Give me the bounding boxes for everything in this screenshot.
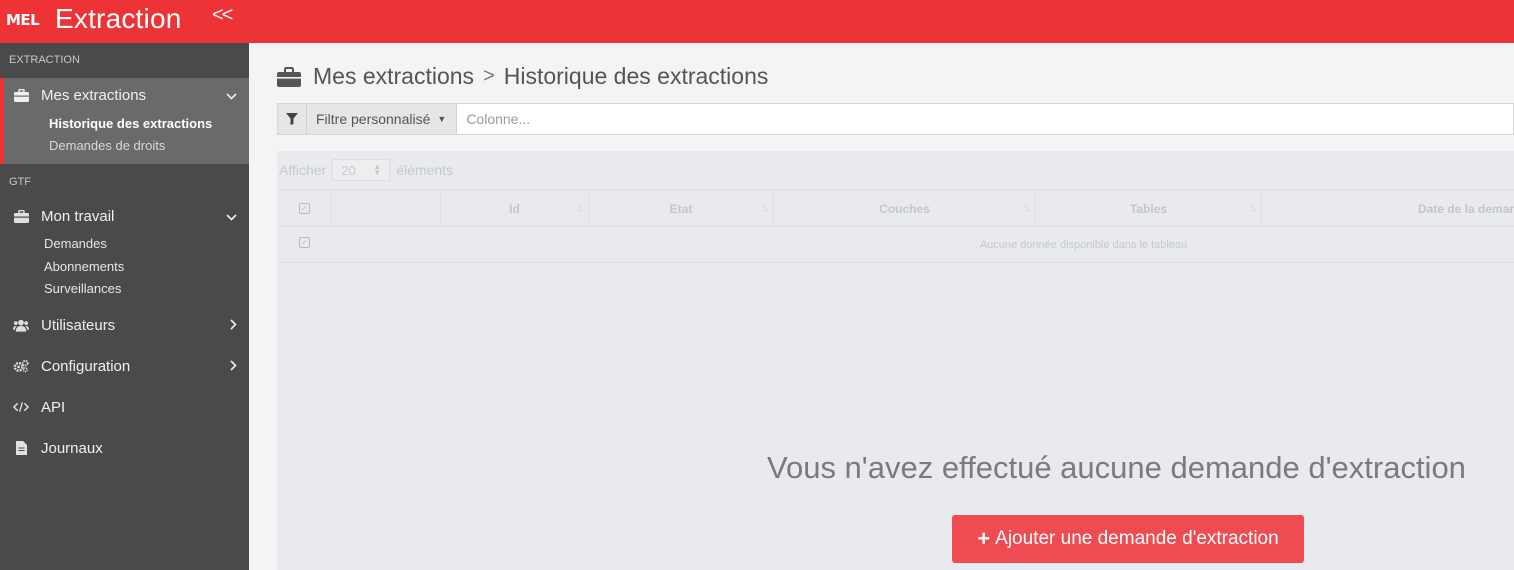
chevron-right-icon: [230, 359, 237, 374]
gears-icon: [13, 358, 29, 374]
sort-icon: ↑↓: [1023, 203, 1031, 214]
sidebar-item-label: Mon travail: [41, 207, 115, 225]
chevron-right-icon: [230, 318, 237, 333]
sort-arrows-icon: ▲ ▼: [373, 162, 382, 177]
filter-type-dropdown[interactable]: Filtre personnalisé ▼: [307, 104, 458, 134]
column-header-id[interactable]: Id ↑↓: [441, 190, 589, 227]
table-header: ✓ Id ↑↓ Etat ↑↓ Couches ↑↓ Tables ↑↓ Date de…: [277, 189, 1514, 227]
code-icon: [13, 399, 29, 415]
add-extraction-label: Ajouter une demande d'extraction: [995, 528, 1279, 549]
sidebar-subitem-surveillances[interactable]: Surveillances: [44, 281, 121, 296]
sidebar-item-mon-travail[interactable]: Mon travail: [0, 201, 249, 231]
add-extraction-button[interactable]: + Ajouter une demande d'extraction: [952, 515, 1304, 563]
chevron-down-icon: [226, 88, 237, 103]
extractions-table: ✓ Id ↑↓ Etat ↑↓ Couches ↑↓ Tables ↑↓ Date de…: [277, 189, 1514, 263]
briefcase-icon: [13, 208, 29, 224]
brand-header: MEL Extraction <<: [0, 0, 249, 43]
filter-icon[interactable]: [278, 104, 307, 134]
page-length-value: 20: [341, 162, 356, 178]
filter-column-input[interactable]: [457, 104, 1513, 134]
file-icon: [13, 440, 29, 456]
table-panel: Afficher 20 ▲ ▼ éléments ✓ Id ↑↓ Etat ↑↓ Co…: [277, 151, 1514, 570]
sidebar-subitem-abonnements[interactable]: Abonnements: [44, 259, 124, 274]
logo: MEL: [6, 11, 40, 29]
caret-down-icon: ▼: [437, 114, 447, 124]
section-title-gtf: GTF: [9, 176, 31, 188]
length-prefix: Afficher: [279, 162, 327, 178]
select-all-checkbox[interactable]: ✓: [277, 190, 332, 227]
sidebar-item-journaux[interactable]: Journaux: [0, 433, 249, 463]
filter-type-label: Filtre personnalisé: [316, 111, 431, 127]
collapse-sidebar-icon[interactable]: <<: [212, 4, 233, 27]
sidebar-item-label: API: [41, 398, 66, 416]
main-content: Mes extractions > Historique des extract…: [249, 43, 1514, 570]
sort-icon: ↑↓: [1249, 203, 1257, 214]
column-header-tables[interactable]: Tables ↑↓: [1036, 190, 1262, 227]
sidebar-item-label: Utilisateurs: [41, 316, 116, 334]
chevron-down-icon: [226, 209, 237, 224]
top-bar: [249, 0, 1514, 43]
sidebar-item-api[interactable]: API: [0, 392, 249, 422]
empty-table-message: Aucune donnée disponible dans le tableau: [979, 239, 1188, 251]
section-title-extraction: EXTRACTION: [9, 54, 80, 66]
breadcrumb-separator: >: [483, 65, 495, 87]
page-length-select[interactable]: 20 ▲ ▼: [332, 159, 391, 181]
column-header-couches[interactable]: Couches ↑↓: [774, 190, 1036, 227]
length-suffix: éléments: [396, 162, 454, 178]
sidebar-item-label: Mes extractions: [41, 86, 147, 104]
sidebar-item-configuration[interactable]: Configuration: [0, 351, 249, 381]
column-header-etat[interactable]: Etat ↑↓: [589, 190, 774, 227]
sidebar-subitem-demandes[interactable]: Demandes: [44, 236, 107, 251]
sidebar-subitem-historique[interactable]: Historique des extractions: [49, 116, 212, 131]
table-row: ✓ Aucune donnée disponible dans le table…: [277, 227, 1514, 263]
sort-icon: ↑↓: [761, 203, 769, 214]
briefcase-icon: [13, 87, 29, 103]
column-header-blank: [332, 190, 441, 227]
sidebar-item-label: Journaux: [41, 439, 103, 457]
empty-state-message: Vous n'avez effectué aucune demande d'ex…: [767, 450, 1466, 485]
briefcase-icon: [277, 66, 301, 88]
page-title: Mes extractions > Historique des extract…: [277, 63, 768, 90]
sort-icon: ↑↓: [576, 203, 584, 214]
sidebar: MEL Extraction << EXTRACTION Mes extract…: [0, 0, 249, 570]
page-length-control: Afficher 20 ▲ ▼ éléments: [279, 159, 453, 181]
column-header-date[interactable]: Date de la demande: [1262, 190, 1514, 227]
sidebar-item-label: Configuration: [41, 357, 131, 375]
plus-icon: +: [977, 526, 991, 551]
users-icon: [13, 317, 29, 333]
app-title: Extraction: [55, 3, 182, 34]
breadcrumb-parent[interactable]: Mes extractions: [313, 63, 474, 90]
sidebar-item-utilisateurs[interactable]: Utilisateurs: [0, 310, 249, 340]
breadcrumb-current: Historique des extractions: [503, 63, 769, 89]
sidebar-item-mes-extractions[interactable]: Mes extractions: [0, 80, 249, 110]
sidebar-subitem-demandes-droits[interactable]: Demandes de droits: [49, 138, 165, 153]
filter-bar: Filtre personnalisé ▼: [277, 103, 1514, 135]
